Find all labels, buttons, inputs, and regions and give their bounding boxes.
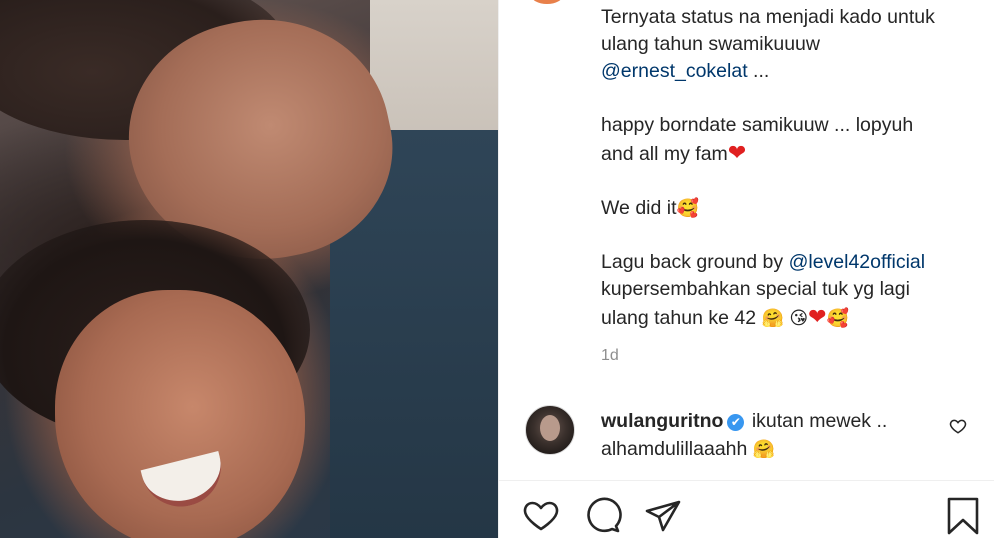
caption-line: ulang tahun ke 42 🤗 😘❤🥰 bbox=[601, 303, 971, 332]
post-timestamp[interactable]: 1d bbox=[601, 347, 619, 365]
caption-text: We did it bbox=[601, 197, 677, 219]
mention-link-level42[interactable]: @level42official bbox=[789, 251, 926, 273]
caption-line: ulang tahun swamikuuuw bbox=[601, 33, 820, 55]
caption-line: Ternyata status na menjadi kado untuk bbox=[601, 6, 935, 28]
commenter-username[interactable]: wulanguritno bbox=[601, 410, 723, 432]
like-heart-icon[interactable] bbox=[521, 496, 561, 536]
hugging-emoji-icon: 🤗 bbox=[752, 439, 776, 459]
photo-background-wall bbox=[370, 0, 498, 140]
hugging-emoji-icon: 🤗 bbox=[761, 308, 784, 328]
comment-bubble-icon[interactable] bbox=[583, 496, 623, 536]
actions-divider bbox=[499, 480, 994, 481]
comment-body: wulanguritno ✔ ikutan mewek .. alhamdulil… bbox=[601, 407, 931, 463]
caption-text: Lagu back ground by bbox=[601, 251, 789, 273]
post-caption: Ternyata status na menjadi kado untuk ul… bbox=[601, 4, 971, 332]
caption-line: We did it🥰 bbox=[601, 195, 971, 222]
verified-badge-icon: ✔ bbox=[727, 414, 745, 431]
comment-like-heart-icon[interactable] bbox=[949, 417, 967, 435]
author-avatar[interactable] bbox=[531, 0, 563, 4]
caption-line: @ernest_cokelat ... bbox=[601, 58, 971, 85]
caption-line: Lagu back ground by @level42official bbox=[601, 249, 971, 276]
comment-text-line: ikutan mewek .. bbox=[746, 410, 888, 432]
caption-ellipsis: ... bbox=[747, 60, 770, 82]
kiss-emoji-icon: 😘 bbox=[789, 308, 809, 328]
caption-text: ulang tahun ke 42 bbox=[601, 307, 762, 329]
caption-text: and all my fam bbox=[601, 143, 728, 165]
post-details-panel: Ternyata status na menjadi kado untuk ul… bbox=[498, 0, 994, 538]
smiling-hearts-emoji-icon: 🥰 bbox=[826, 308, 849, 328]
caption-line: kupersembahkan special tuk yg lagi bbox=[601, 278, 910, 300]
post-photo[interactable] bbox=[0, 0, 498, 538]
comment-text-line: alhamdulillaaahh bbox=[601, 438, 753, 460]
caption-line: and all my fam❤ bbox=[601, 139, 971, 168]
bookmark-icon[interactable] bbox=[943, 496, 983, 536]
caption-line: happy borndate samikuuw ... lopyuh bbox=[601, 114, 914, 136]
paper-plane-icon[interactable] bbox=[643, 496, 683, 536]
post-actions-bar bbox=[499, 496, 994, 538]
comment-item: wulanguritno ✔ ikutan mewek .. alhamdulil… bbox=[525, 405, 967, 465]
mention-link-ernest[interactable]: @ernest_cokelat bbox=[601, 60, 748, 82]
red-heart-emoji-icon: ❤ bbox=[727, 140, 747, 165]
commenter-avatar[interactable] bbox=[525, 405, 575, 455]
smiling-hearts-emoji-icon: 🥰 bbox=[676, 198, 699, 218]
red-heart-emoji-icon: ❤ bbox=[808, 304, 827, 329]
